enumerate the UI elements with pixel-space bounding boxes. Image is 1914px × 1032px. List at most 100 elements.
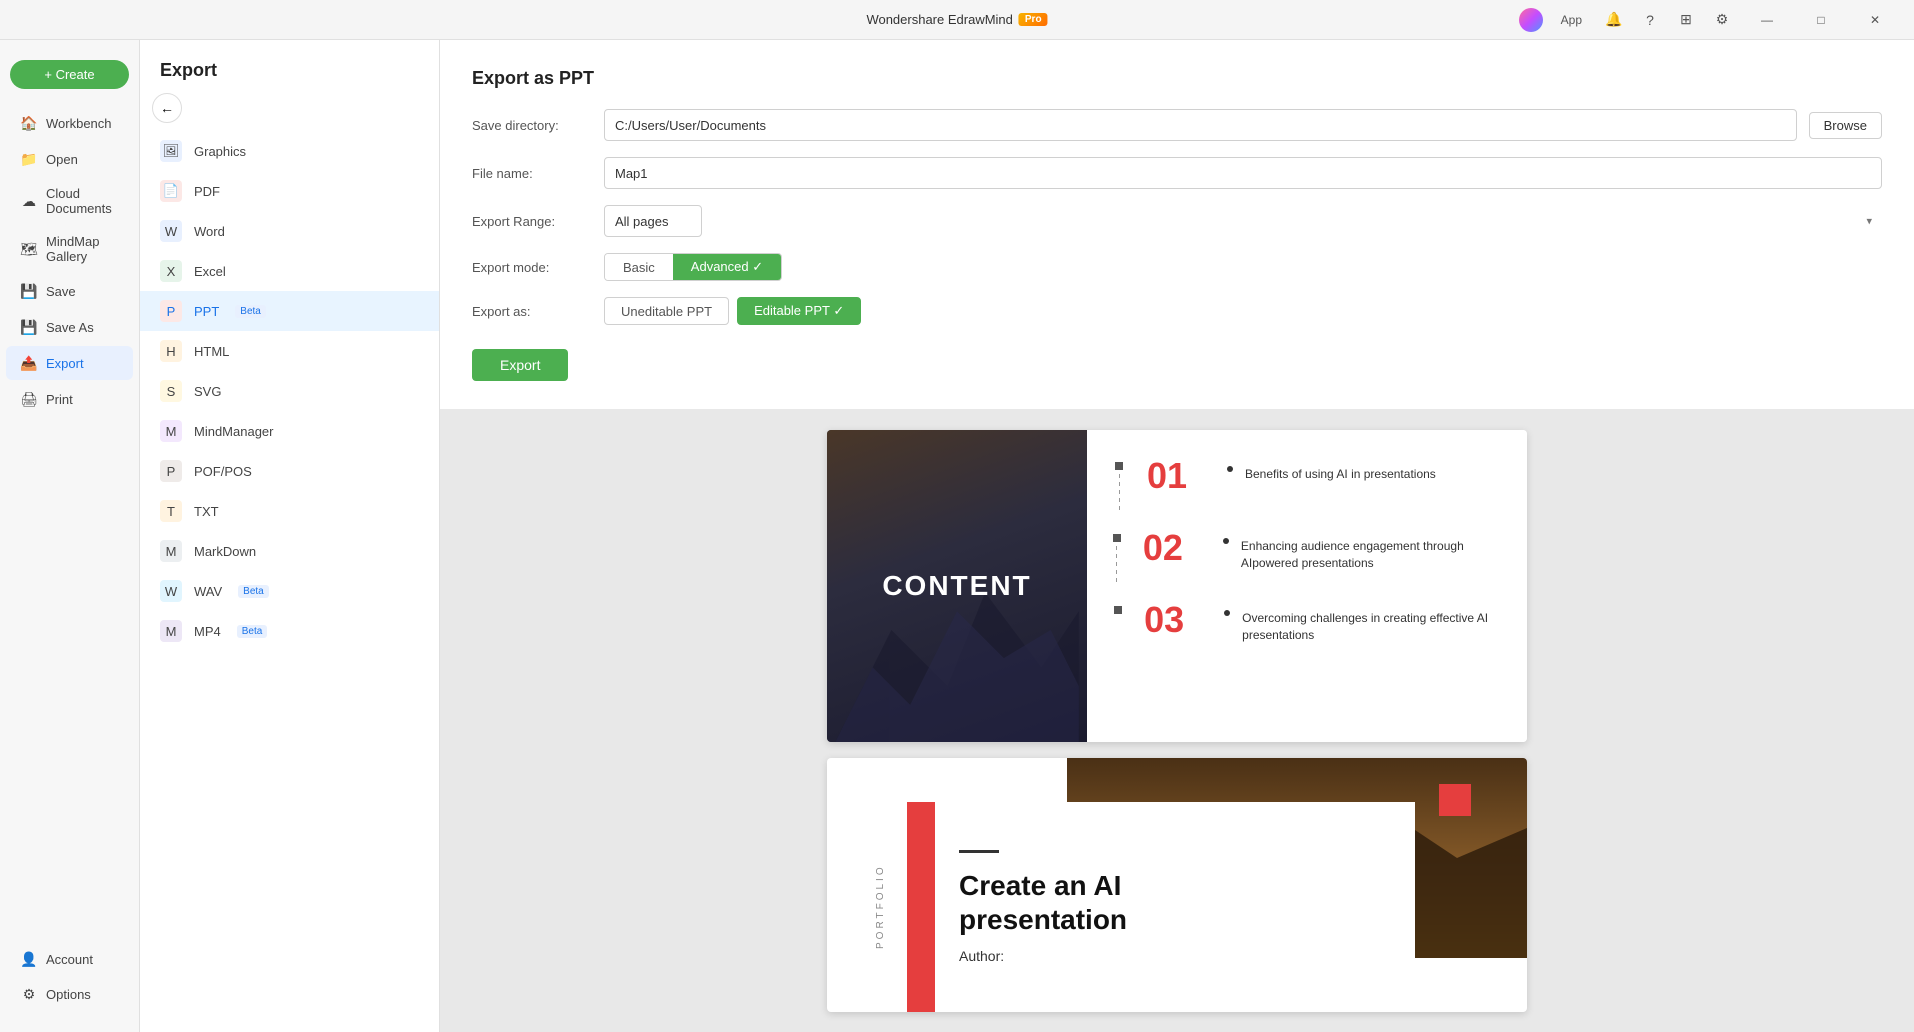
- export-range-label: Export Range:: [472, 214, 592, 229]
- bullet-dot: [1223, 538, 1229, 544]
- beta-badge-wav: Beta: [238, 585, 269, 598]
- export-panel-title: Export: [140, 40, 439, 93]
- sidebar-item-export[interactable]: 📤 Export: [6, 346, 133, 380]
- export-menu-pofpos[interactable]: P POF/POS: [140, 451, 439, 491]
- export-as-label: Export as:: [472, 304, 592, 319]
- excel-icon: X: [160, 260, 182, 282]
- titlebar: Wondershare EdrawMind Pro App 🔔 ? ⊞ ⚙ — …: [0, 0, 1914, 40]
- txt-icon: T: [160, 500, 182, 522]
- svg-icon: S: [160, 380, 182, 402]
- settings-button[interactable]: ⚙: [1708, 6, 1736, 34]
- graphics-icon: 🖼: [160, 140, 182, 162]
- mode-basic-button[interactable]: Basic: [605, 254, 673, 280]
- mindmap-icon: 🗺: [20, 240, 38, 258]
- export-menu-label: TXT: [194, 504, 219, 519]
- layout-button[interactable]: ⊞: [1672, 6, 1700, 34]
- mode-advanced-button[interactable]: Advanced ✓: [673, 254, 781, 280]
- sidebar-item-options[interactable]: ⚙ Options: [6, 977, 133, 1011]
- pdf-icon: 📄: [160, 180, 182, 202]
- save-directory-input[interactable]: [604, 109, 1797, 141]
- sidebar-item-label: Save: [46, 284, 76, 299]
- export-mode-group: Basic Advanced ✓: [604, 253, 782, 281]
- export-menu-svg[interactable]: S SVG: [140, 371, 439, 411]
- export-mode-label: Export mode:: [472, 260, 592, 275]
- save-directory-label: Save directory:: [472, 118, 592, 133]
- sidebar-item-cloud[interactable]: ☁ Cloud Documents: [6, 178, 133, 224]
- slide2-red-bar: [907, 802, 935, 1012]
- sidebar-item-mindmap[interactable]: 🗺 MindMap Gallery: [6, 226, 133, 272]
- export-form-title: Export as PPT: [472, 68, 1882, 89]
- export-menu-label: MP4: [194, 624, 221, 639]
- slide-2: PORTFOLIO Create an AI presentation Auth…: [827, 758, 1527, 1012]
- sidebar-item-print[interactable]: 🖨 Print: [6, 382, 133, 416]
- export-menu-word[interactable]: W Word: [140, 211, 439, 251]
- export-menu-html[interactable]: H HTML: [140, 331, 439, 371]
- export-range-select[interactable]: All pages Current page: [604, 205, 702, 237]
- app-button[interactable]: App: [1551, 10, 1592, 30]
- export-menu-markdown[interactable]: M MarkDown: [140, 531, 439, 571]
- print-icon: 🖨: [20, 390, 38, 408]
- app-title-area: Wondershare EdrawMind Pro: [866, 12, 1047, 27]
- export-button[interactable]: Export: [472, 349, 568, 381]
- export-menu-graphics[interactable]: 🖼 Graphics: [140, 131, 439, 171]
- sidebar-item-save[interactable]: 💾 Save: [6, 274, 133, 308]
- export-menu-ppt[interactable]: P PPT Beta: [140, 291, 439, 331]
- pofpos-icon: P: [160, 460, 182, 482]
- close-button[interactable]: ✕: [1852, 4, 1898, 36]
- export-menu-mp4[interactable]: M MP4 Beta: [140, 611, 439, 651]
- uneditable-ppt-button[interactable]: Uneditable PPT: [604, 297, 729, 325]
- sidebar-item-open[interactable]: 📁 Open: [6, 142, 133, 176]
- export-menu-label: Excel: [194, 264, 226, 279]
- sidebar-item-label: Print: [46, 392, 73, 407]
- sidebar-item-label: Options: [46, 987, 91, 1002]
- slide-number-03: 03: [1144, 602, 1204, 638]
- slide-item-02: 02 Enhancing audience engagement through…: [1111, 530, 1503, 586]
- sidebar-item-label: Account: [46, 952, 93, 967]
- open-icon: 📁: [20, 150, 38, 168]
- export-menu-label: WAV: [194, 584, 222, 599]
- file-name-input[interactable]: [604, 157, 1882, 189]
- beta-badge-mp4: Beta: [237, 625, 268, 638]
- slide-left-panel: CONTENT: [827, 430, 1087, 742]
- sidebar-item-saveas[interactable]: 💾 Save As: [6, 310, 133, 344]
- sidebar-item-label: Save As: [46, 320, 94, 335]
- mp4-icon: M: [160, 620, 182, 642]
- sidebar-item-account[interactable]: 👤 Account: [6, 942, 133, 976]
- slide-item-content-01: Benefits of using AI in presentations: [1227, 458, 1436, 483]
- browse-button[interactable]: Browse: [1809, 112, 1882, 139]
- file-name-row: File name:: [472, 157, 1882, 189]
- help-button[interactable]: ?: [1636, 6, 1664, 34]
- avatar[interactable]: [1519, 8, 1543, 32]
- export-menu-pdf[interactable]: 📄 PDF: [140, 171, 439, 211]
- maximize-button[interactable]: □: [1798, 4, 1844, 36]
- minimize-button[interactable]: —: [1744, 4, 1790, 36]
- beta-badge: Beta: [235, 305, 266, 318]
- slide2-author: Author:: [959, 948, 1391, 964]
- export-menu-txt[interactable]: T TXT: [140, 491, 439, 531]
- file-name-label: File name:: [472, 166, 592, 181]
- slide-number-02: 02: [1143, 530, 1203, 566]
- export-mode-row: Export mode: Basic Advanced ✓: [472, 253, 1882, 281]
- create-button[interactable]: + Create: [10, 60, 129, 89]
- export-range-row: Export Range: All pages Current page: [472, 205, 1882, 237]
- html-icon: H: [160, 340, 182, 362]
- export-menu-mindmanager[interactable]: M MindManager: [140, 411, 439, 451]
- slide-content-text: CONTENT: [882, 570, 1031, 602]
- slide-item-content-02: Enhancing audience engagement through AI…: [1223, 530, 1503, 572]
- slide-content-label: CONTENT: [827, 430, 1087, 742]
- options-icon: ⚙: [20, 985, 38, 1003]
- slide-right-panel: 01 Benefits of using AI in presentations: [1087, 430, 1527, 742]
- slide-item-text-01: Benefits of using AI in presentations: [1227, 466, 1436, 483]
- export-menu-wav[interactable]: W WAV Beta: [140, 571, 439, 611]
- preview-area: CONTENT 01: [440, 410, 1914, 1032]
- notification-button[interactable]: 🔔: [1600, 6, 1628, 34]
- export-menu-excel[interactable]: X Excel: [140, 251, 439, 291]
- back-button[interactable]: ←: [152, 93, 182, 123]
- sidebar-item-workbench[interactable]: 🏠 Workbench: [6, 106, 133, 140]
- slide2-content: PORTFOLIO Create an AI presentation Auth…: [827, 802, 1527, 1012]
- export-range-wrapper: All pages Current page: [604, 205, 1882, 237]
- export-form: Export as PPT Save directory: Browse Fil…: [440, 40, 1914, 410]
- slide2-title: Create an AI presentation: [959, 869, 1391, 936]
- editable-ppt-button[interactable]: Editable PPT ✓: [737, 297, 861, 325]
- bullet-dot: [1224, 610, 1230, 616]
